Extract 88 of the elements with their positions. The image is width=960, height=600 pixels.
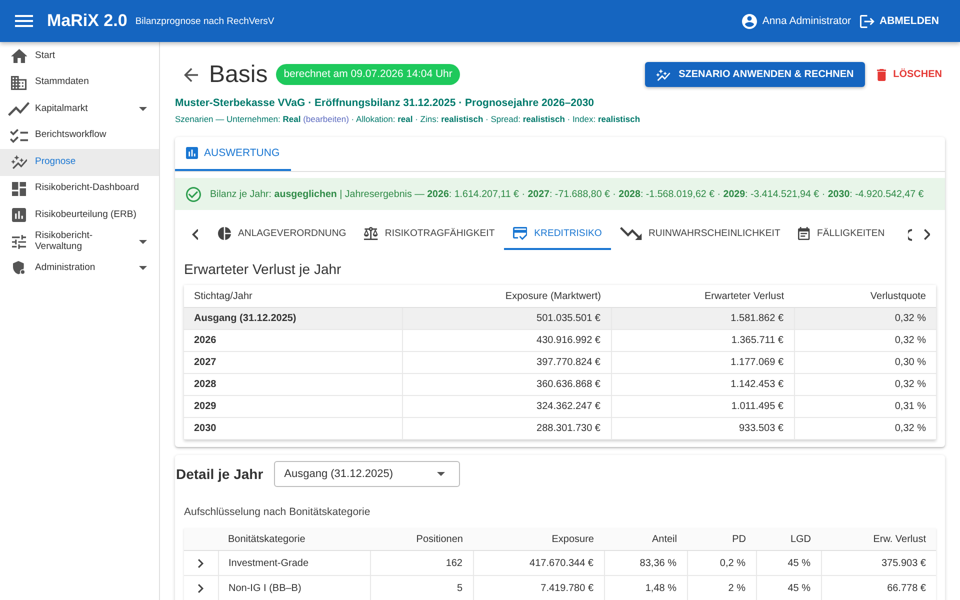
sidebar-item[interactable]: Risikobeurteilung (ERB) — [0, 202, 159, 228]
section-title: Erwarteter Verlust je Jahr — [184, 261, 342, 277]
back-button[interactable] — [184, 68, 198, 82]
chevron-left-icon — [192, 229, 198, 240]
credit-card-icon — [512, 227, 528, 240]
app-subtitle: Bilanzprognose nach RechVersV — [135, 16, 274, 26]
sidebar-item[interactable]: Kapitalmarkt — [0, 96, 159, 122]
sparkle-chart-icon — [10, 155, 28, 170]
table-cell: 288.301.730 € — [402, 418, 611, 440]
arrow-left-icon — [184, 68, 198, 82]
column-header: Bonitätskategorie — [218, 528, 370, 550]
scenario-summary: Szenarien — Unternehmen: Real (bearbeiten) · Allokation: real · Zins: realistisch · Spread: realistisch · Index: realistisch — [175, 114, 642, 124]
tab[interactable]: KREDITRISIKO — [504, 219, 611, 250]
logout-icon — [860, 14, 874, 28]
menu-icon — [15, 15, 33, 27]
bar-chart-icon — [12, 208, 26, 222]
sparkle-chart-icon — [656, 68, 671, 80]
column-header: Anteil — [604, 528, 687, 550]
column-header: Positionen — [370, 528, 473, 550]
app-title: MaRiX 2.0 — [47, 11, 128, 31]
clipped-tab-icon — [908, 228, 912, 240]
table-cell: 933.503 € — [611, 418, 794, 440]
table-cell: 45 % — [756, 576, 821, 600]
calendar-icon — [798, 227, 810, 240]
sidebar-item[interactable]: Start — [0, 43, 159, 70]
table-cell: 66.778 € — [821, 576, 936, 600]
tab[interactable]: RUINWAHRSCHEINLICHKEIT — [610, 219, 790, 250]
section-title: Detail je Jahr — [176, 466, 264, 482]
table-cell: 2 % — [687, 576, 756, 600]
status-chip: berechnet am 09.07.2026 14:04 Uhr — [276, 64, 460, 85]
table-cell: 162 — [370, 550, 473, 576]
delete-button[interactable]: LÖSCHEN — [874, 62, 945, 87]
year-select[interactable]: Ausgang (31.12.2025) — [274, 461, 460, 487]
shield-icon — [12, 261, 26, 276]
table-cell: 45 % — [756, 550, 821, 576]
table-cell: 417.670.344 € — [473, 550, 604, 576]
column-header: Exposure — [473, 528, 604, 550]
scale-icon — [364, 227, 378, 240]
chevron-right-icon — [924, 229, 930, 240]
caret-down-icon[interactable] — [139, 107, 147, 112]
table-caption: Aufschlüsselung nach Bonitätskategorie — [184, 506, 372, 519]
dashboard-icon — [12, 182, 26, 196]
chevron-right-icon[interactable] — [198, 584, 204, 592]
home-icon — [10, 49, 28, 64]
apply-scenario-button[interactable]: SZENARIO ANWENDEN & RECHNEN — [645, 62, 865, 87]
column-header: Erw. Verlust — [821, 528, 936, 550]
table-cell: 0,32 % — [794, 418, 936, 440]
building-icon — [11, 76, 27, 90]
pie-chart-icon — [218, 227, 231, 240]
caret-down-icon — [437, 472, 446, 476]
table-cell: Investment-Grade — [218, 550, 370, 576]
trash-icon — [876, 68, 886, 80]
sidebar-item[interactable]: Administration — [0, 255, 159, 282]
table-cell: 7.419.780 € — [473, 576, 604, 600]
balance-summary: Bilanz je Jahr: ausgeglichen | Jahresergebnis — 2026: 1.614.207,11 € · 2027: -71.688,80 € · 2028: -1.568.019,62 € · 2029: -3.414.521,94 € · 2030: -4.920.542,47 € — [210, 188, 924, 200]
logout-button[interactable]: ABMELDEN — [860, 14, 939, 28]
table-cell: 5 — [370, 576, 473, 600]
menu-button[interactable] — [15, 15, 33, 27]
tab[interactable]: RISIKOTRAGFÄHIGKEIT — [355, 219, 504, 250]
checklist-icon — [10, 128, 28, 143]
sidebar-item[interactable]: Prognose — [0, 149, 159, 176]
tab[interactable]: ANLAGEVERORDNUNG — [209, 219, 356, 250]
tab[interactable]: FÄLLIGKEITEN — [789, 219, 894, 250]
account-icon — [742, 14, 758, 28]
sidebar-item[interactable]: Berichtsworkflow — [0, 122, 159, 149]
bar-chart-icon — [186, 147, 198, 159]
caret-down-icon[interactable] — [139, 266, 147, 270]
tab[interactable]: AUSWERTUNG — [175, 137, 291, 171]
table-cell: 2030 — [184, 418, 402, 440]
line-chart-icon — [8, 102, 30, 116]
column-header: LGD — [756, 528, 821, 550]
page-title: Basis — [209, 62, 268, 86]
column-header: PD — [687, 528, 756, 550]
caret-down-icon[interactable] — [139, 240, 147, 244]
sidebar-item[interactable]: Stammdaten — [0, 70, 159, 96]
context-line: Muster-Sterbekasse VVaG · Eröffnungsbilanz 31.12.2025 · Prognosejahre 2026–2030 — [175, 97, 596, 109]
table-cell: 375.903 € — [821, 550, 936, 576]
trending-down-icon — [620, 227, 642, 240]
sidebar-item[interactable]: Risikobericht-Verwaltung — [0, 228, 159, 255]
edit-link[interactable]: (bearbeiten) — [303, 114, 349, 124]
sidebar-item[interactable]: Risikobericht-Dashboard — [0, 176, 159, 202]
table-cell: Non-IG I (BB–B) — [218, 576, 370, 600]
table-cell: 83,36 % — [604, 550, 687, 576]
user-menu-button[interactable]: Anna Administrator — [742, 14, 852, 28]
table-cell: 0,2 % — [687, 550, 756, 576]
chevron-right-icon[interactable] — [198, 558, 204, 568]
table-cell: 1,48 % — [604, 576, 687, 600]
sliders-icon — [12, 234, 26, 249]
